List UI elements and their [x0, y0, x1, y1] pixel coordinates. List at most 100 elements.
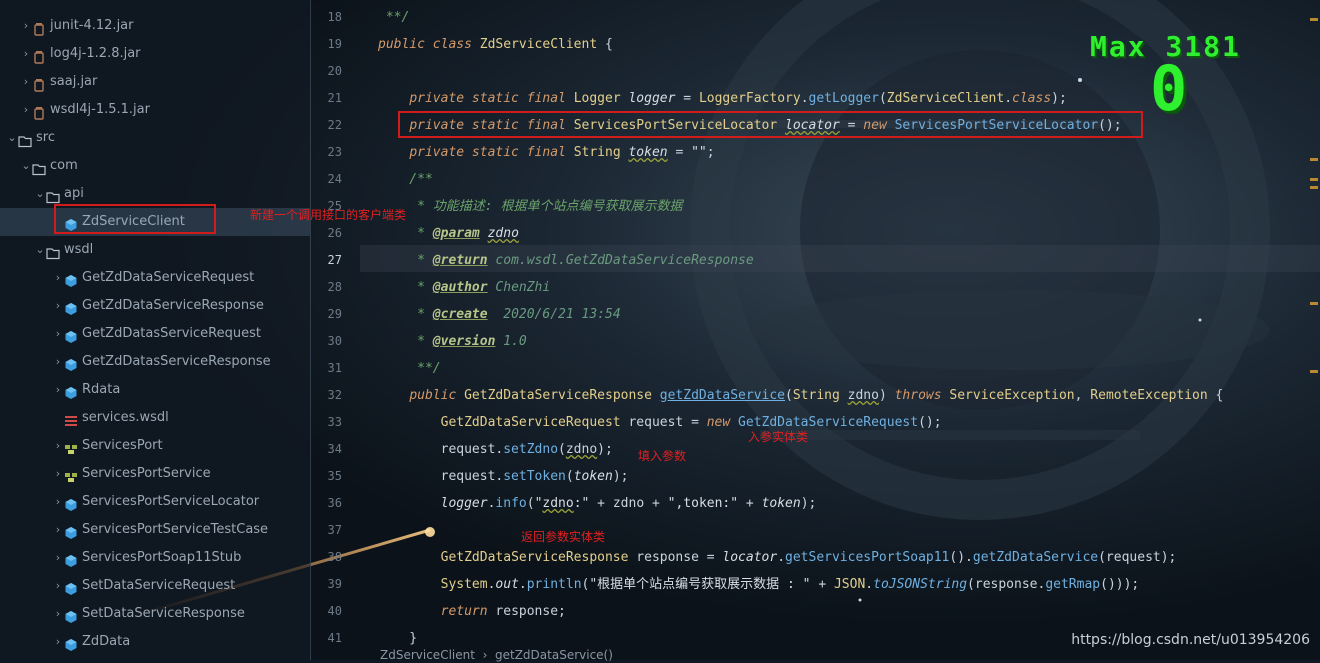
- chevron-right-icon[interactable]: ›: [52, 572, 64, 600]
- chevron-down-icon[interactable]: ⌄: [34, 236, 46, 264]
- tree-item-label: wsdl: [64, 242, 94, 257]
- tree-item[interactable]: › ServicesPortService: [0, 460, 310, 488]
- line-number: 34: [327, 442, 342, 456]
- scroll-marker: [1310, 186, 1318, 189]
- tree-item-label: log4j-1.2.8.jar: [50, 46, 141, 61]
- tree-item[interactable]: ⌄ com: [0, 152, 310, 180]
- line-number: 37: [327, 523, 342, 537]
- tree-item[interactable]: › GetZdDataServiceRequest: [0, 264, 310, 292]
- chevron-right-icon[interactable]: ›: [52, 320, 64, 348]
- chevron-right-icon[interactable]: ›: [52, 348, 64, 376]
- interface-icon: [64, 439, 78, 454]
- line-number: 36: [327, 496, 342, 510]
- code-line-31: **/: [378, 361, 441, 376]
- tree-item[interactable]: ⌄ wsdl: [0, 236, 310, 264]
- chevron-right-icon[interactable]: ›: [52, 264, 64, 292]
- tree-item-label: ServicesPortServiceTestCase: [82, 522, 269, 537]
- tree-item-label: services.wsdl: [82, 410, 169, 425]
- line-number: 31: [327, 361, 342, 375]
- chevron-right-icon[interactable]: ›: [20, 40, 32, 68]
- tree-item[interactable]: › ServicesPort: [0, 432, 310, 460]
- fill-params-annotation: 填入参数: [638, 449, 687, 463]
- line-number: 30: [327, 334, 342, 348]
- folder-icon: [32, 159, 46, 176]
- chevron-right-icon[interactable]: ›: [52, 600, 64, 628]
- code-line-39: System.out.println("根据单个站点编号获取展示数据 : " +…: [440, 577, 1140, 592]
- jar-icon: [32, 47, 46, 64]
- scroll-marker: [1310, 370, 1318, 373]
- max-score-label: Max 3181: [1090, 30, 1241, 63]
- tree-item-label: saaj.jar: [50, 74, 98, 89]
- tree-item-label: ServicesPortSoap11Stub: [82, 550, 242, 565]
- scroll-marker: [1310, 302, 1318, 305]
- folder-icon: [46, 187, 60, 204]
- tree-item[interactable]: ⌄ src: [0, 124, 310, 152]
- code-line-19: public class ZdServiceClient {: [378, 37, 613, 52]
- chevron-right-icon[interactable]: ›: [52, 488, 64, 516]
- code-line-23: private static final String token = "";: [409, 145, 715, 160]
- chevron-down-icon[interactable]: ⌄: [34, 180, 46, 208]
- line-number-gutter: 18 19 20 21 22 23 24 25 26 27 28 29 30 31 32 33 34 35 36 37…: [310, 0, 360, 650]
- chevron-right-icon[interactable]: ›: [20, 12, 32, 40]
- chevron-right-icon[interactable]: ›: [20, 96, 32, 124]
- line-number: 20: [327, 64, 342, 78]
- current-score: 0: [1150, 52, 1188, 125]
- scroll-marker: [1310, 18, 1318, 21]
- class-icon: [64, 327, 78, 343]
- code-line-24: /**: [378, 172, 433, 187]
- tree-item[interactable]: › saaj.jar: [0, 68, 310, 96]
- tree-item-label: src: [36, 130, 55, 145]
- chevron-right-icon[interactable]: ›: [52, 376, 64, 404]
- tree-annotation: 新建一个调用接口的客户端类: [250, 208, 407, 222]
- chevron-right-icon[interactable]: ›: [52, 516, 64, 544]
- folder-icon: [46, 243, 60, 260]
- tree-item[interactable]: › GetZdDatasServiceRequest: [0, 320, 310, 348]
- class-icon: [64, 551, 78, 567]
- tree-item[interactable]: › GetZdDataServiceResponse: [0, 292, 310, 320]
- class-icon: [64, 523, 78, 539]
- chevron-down-icon[interactable]: ⌄: [20, 152, 32, 180]
- chevron-right-icon[interactable]: ›: [52, 628, 64, 656]
- code-line-40: return response;: [440, 604, 566, 619]
- line-number: 38: [327, 550, 342, 564]
- code-line-25: * 功能描述: 根据单个站点编号获取展示数据: [378, 199, 683, 214]
- tree-item-label: ServicesPort: [82, 438, 163, 453]
- line-number: 22: [327, 118, 342, 132]
- class-icon: [64, 607, 78, 623]
- tree-item[interactable]: › ServicesPortSoap11Stub: [0, 544, 310, 572]
- code-line-34: request.setZdno(zdno);: [378, 442, 613, 457]
- tree-item[interactable]: › ZdData: [0, 628, 310, 656]
- line-number: 19: [327, 37, 342, 51]
- chevron-right-icon[interactable]: ›: [52, 292, 64, 320]
- tree-item-label: SetDataServiceResponse: [82, 606, 245, 621]
- chevron-right-icon[interactable]: ›: [20, 68, 32, 96]
- tree-item-label: GetZdDatasServiceRequest: [82, 326, 261, 341]
- chevron-down-icon[interactable]: ⌄: [6, 124, 18, 152]
- tree-item[interactable]: › Rdata: [0, 376, 310, 404]
- class-icon: [64, 383, 78, 399]
- tree-item[interactable]: › GetZdDatasServiceResponse: [0, 348, 310, 376]
- param-entity-annotation: 入参实体类: [748, 430, 809, 444]
- code-line-27: * @return com.wsdl.GetZdDataServiceRespo…: [378, 253, 754, 268]
- class-icon: [64, 635, 78, 651]
- tree-item[interactable]: › ServicesPortServiceLocator: [0, 488, 310, 516]
- code-line-38: GetZdDataServiceResponse response = loca…: [440, 550, 1177, 565]
- project-tree-panel: › junit-4.12.jar › log4j-1.2.8.jar › saaj.jar…: [0, 0, 311, 660]
- code-line-21: private static final Logger logger = Log…: [409, 91, 1067, 106]
- tree-item[interactable]: › SetDataServiceRequest: [0, 572, 310, 600]
- tree-item[interactable]: › junit-4.12.jar: [0, 12, 310, 40]
- chevron-right-icon[interactable]: ›: [52, 460, 64, 488]
- interface-icon: [64, 467, 78, 482]
- tree-item[interactable]: › SetDataServiceResponse: [0, 600, 310, 628]
- tree-item[interactable]: › ServicesPortServiceTestCase: [0, 516, 310, 544]
- chevron-right-icon[interactable]: ›: [52, 544, 64, 572]
- tree-item[interactable]: › log4j-1.2.8.jar: [0, 40, 310, 68]
- code-line-35: request.setToken(token);: [378, 469, 629, 484]
- class-icon: [64, 299, 78, 315]
- line-number: 18: [327, 10, 342, 24]
- code-line-28: * @author ChenZhi: [378, 280, 551, 295]
- chevron-right-icon[interactable]: ›: [52, 432, 64, 460]
- tree-item[interactable]: services.wsdl: [0, 404, 310, 432]
- tree-item[interactable]: › wsdl4j-1.5.1.jar: [0, 96, 310, 124]
- tree-item-label: GetZdDataServiceRequest: [82, 270, 255, 285]
